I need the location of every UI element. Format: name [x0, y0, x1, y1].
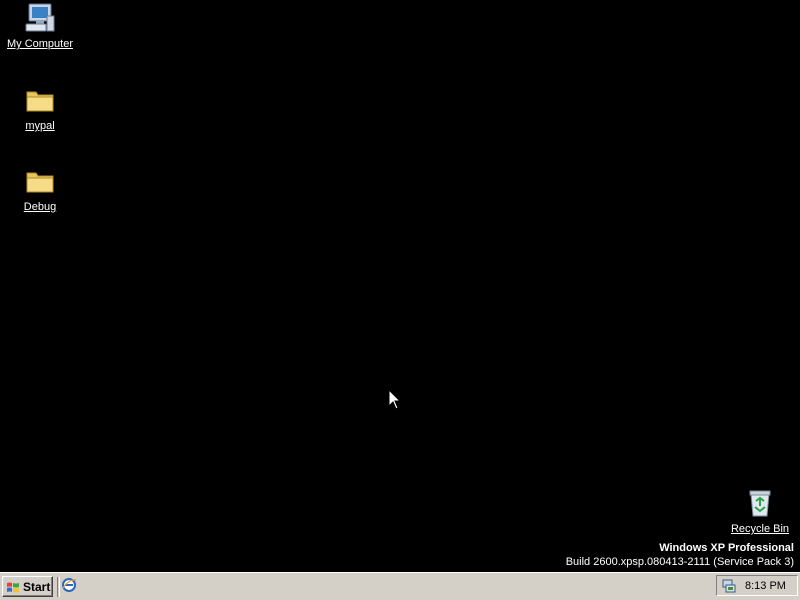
- desktop[interactable]: My Computer mypal Debug Recycle Bin Wind…: [0, 0, 800, 572]
- folder-icon: [24, 165, 56, 197]
- windows-logo-icon: [7, 582, 19, 592]
- system-tray: 8:13 PM: [716, 575, 798, 596]
- desktop-icon-recycle-bin[interactable]: Recycle Bin: [722, 487, 798, 537]
- folder-icon: [24, 84, 56, 116]
- taskbar: Start: [0, 572, 800, 600]
- desktop-icon-label: Recycle Bin: [730, 523, 790, 535]
- os-product-name: Windows XP Professional: [659, 542, 794, 554]
- desktop-icon-label: Debug: [23, 201, 57, 213]
- network-icon[interactable]: [721, 578, 737, 594]
- recycle-bin-icon: [744, 487, 776, 519]
- desktop-icon-debug[interactable]: Debug: [2, 165, 78, 215]
- os-build-string: Build 2600.xpsp.080413-2111 (Service Pac…: [565, 556, 794, 568]
- os-version-watermark: Windows XP Professional Build 2600.xpsp.…: [566, 541, 794, 569]
- taskbar-clock[interactable]: 8:13 PM: [745, 580, 786, 592]
- desktop-icon-mypal[interactable]: mypal: [2, 84, 78, 134]
- desktop-icon-label: mypal: [25, 120, 55, 132]
- start-button[interactable]: Start: [2, 576, 53, 597]
- internet-explorer-icon[interactable]: [61, 577, 77, 593]
- my-computer-icon: [24, 2, 56, 34]
- quicklaunch-separator: [57, 577, 60, 597]
- mouse-pointer-icon: [388, 389, 402, 410]
- desktop-icon-my-computer[interactable]: My Computer: [2, 2, 78, 52]
- start-label: Start: [23, 579, 51, 594]
- desktop-icon-label: My Computer: [6, 38, 74, 50]
